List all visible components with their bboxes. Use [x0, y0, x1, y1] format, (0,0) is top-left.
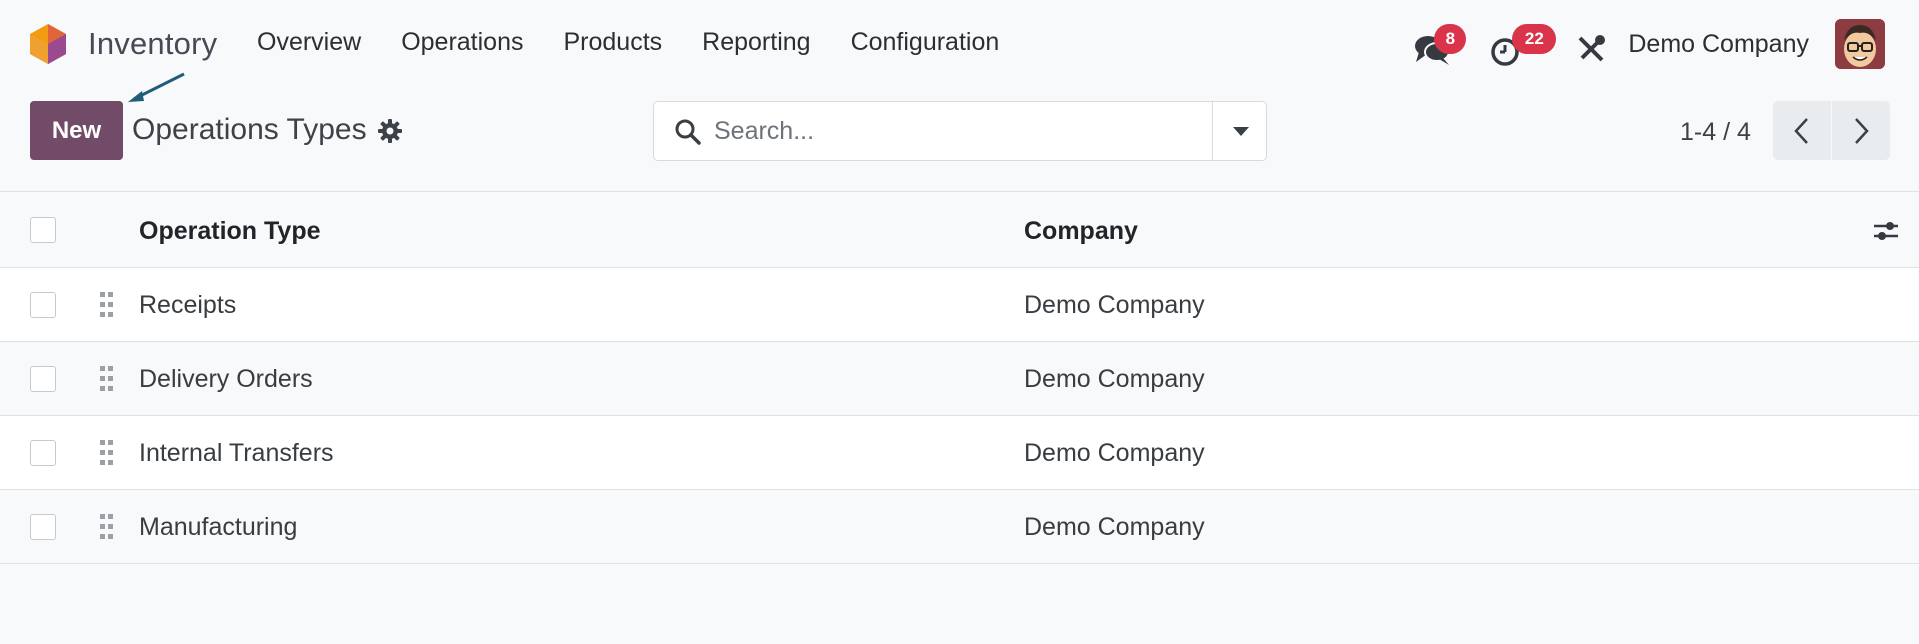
- tools-icon: [1578, 35, 1606, 62]
- new-button[interactable]: New: [30, 101, 123, 160]
- menu-configuration[interactable]: Configuration: [851, 28, 1000, 57]
- cell-company: Demo Company: [1024, 365, 1205, 393]
- drag-handle-icon[interactable]: [99, 365, 115, 393]
- chevron-left-icon: [1794, 117, 1808, 144]
- select-all-checkbox[interactable]: [30, 217, 56, 243]
- row-checkbox[interactable]: [30, 440, 56, 466]
- pager-next-button[interactable]: [1832, 101, 1890, 160]
- cell-operation-type: Receipts: [139, 291, 237, 319]
- search-bar: [653, 101, 1267, 161]
- cell-operation-type: Internal Transfers: [139, 439, 334, 467]
- table-row[interactable]: Delivery Orders Demo Company: [0, 342, 1919, 416]
- annotation-arrow-icon: [128, 72, 185, 102]
- sliders-icon[interactable]: [1871, 216, 1901, 246]
- table-header: Operation Type Company: [0, 192, 1919, 268]
- menu-products[interactable]: Products: [563, 28, 662, 57]
- debug-tools-button[interactable]: [1576, 24, 1616, 64]
- cell-company: Demo Company: [1024, 439, 1205, 467]
- activities-button[interactable]: 22: [1491, 24, 1557, 66]
- messages-button[interactable]: 8: [1415, 24, 1467, 65]
- pager-value[interactable]: 1-4 / 4: [1680, 118, 1751, 147]
- search-input[interactable]: [714, 114, 1254, 148]
- drag-handle-icon[interactable]: [99, 513, 115, 541]
- search-icon[interactable]: [674, 118, 702, 146]
- table-row[interactable]: Receipts Demo Company: [0, 268, 1919, 342]
- menu-overview[interactable]: Overview: [257, 28, 361, 57]
- row-checkbox[interactable]: [30, 514, 56, 540]
- operation-types-list: Operation Type Company Receipts Demo Com…: [0, 191, 1919, 564]
- drag-handle-icon[interactable]: [99, 291, 115, 319]
- row-checkbox[interactable]: [30, 292, 56, 318]
- activities-count-badge: 22: [1512, 24, 1557, 54]
- cell-operation-type: Manufacturing: [139, 513, 298, 541]
- messages-count-badge: 8: [1434, 24, 1467, 54]
- systray: 8 22 Demo Company: [1415, 18, 1919, 70]
- menu-operations[interactable]: Operations: [401, 28, 523, 57]
- cell-company: Demo Company: [1024, 513, 1205, 541]
- company-switcher[interactable]: Demo Company: [1628, 30, 1809, 59]
- cell-company: Demo Company: [1024, 291, 1205, 319]
- chevron-right-icon: [1855, 117, 1869, 144]
- table-row[interactable]: Internal Transfers Demo Company: [0, 416, 1919, 490]
- caret-down-icon: [1233, 127, 1249, 136]
- page-title: Operations Types: [132, 113, 367, 146]
- user-avatar[interactable]: [1835, 19, 1885, 69]
- gear-icon[interactable]: [378, 119, 402, 143]
- pager-previous-button[interactable]: [1773, 101, 1831, 160]
- drag-handle-icon[interactable]: [99, 439, 115, 467]
- row-checkbox[interactable]: [30, 366, 56, 392]
- main-menu: Overview Operations Products Reporting C…: [257, 28, 1039, 57]
- column-header-operation-type[interactable]: Operation Type: [139, 217, 321, 246]
- app-name[interactable]: Inventory: [88, 26, 217, 62]
- top-navbar: Inventory Overview Operations Products R…: [0, 0, 1919, 88]
- cell-operation-type: Delivery Orders: [139, 365, 313, 393]
- inventory-logo-icon[interactable]: [30, 24, 66, 64]
- menu-reporting[interactable]: Reporting: [702, 28, 810, 57]
- column-header-company[interactable]: Company: [1024, 217, 1138, 246]
- user-avatar-icon: [1835, 19, 1885, 69]
- table-row[interactable]: Manufacturing Demo Company: [0, 490, 1919, 564]
- search-options-toggle[interactable]: [1212, 102, 1266, 160]
